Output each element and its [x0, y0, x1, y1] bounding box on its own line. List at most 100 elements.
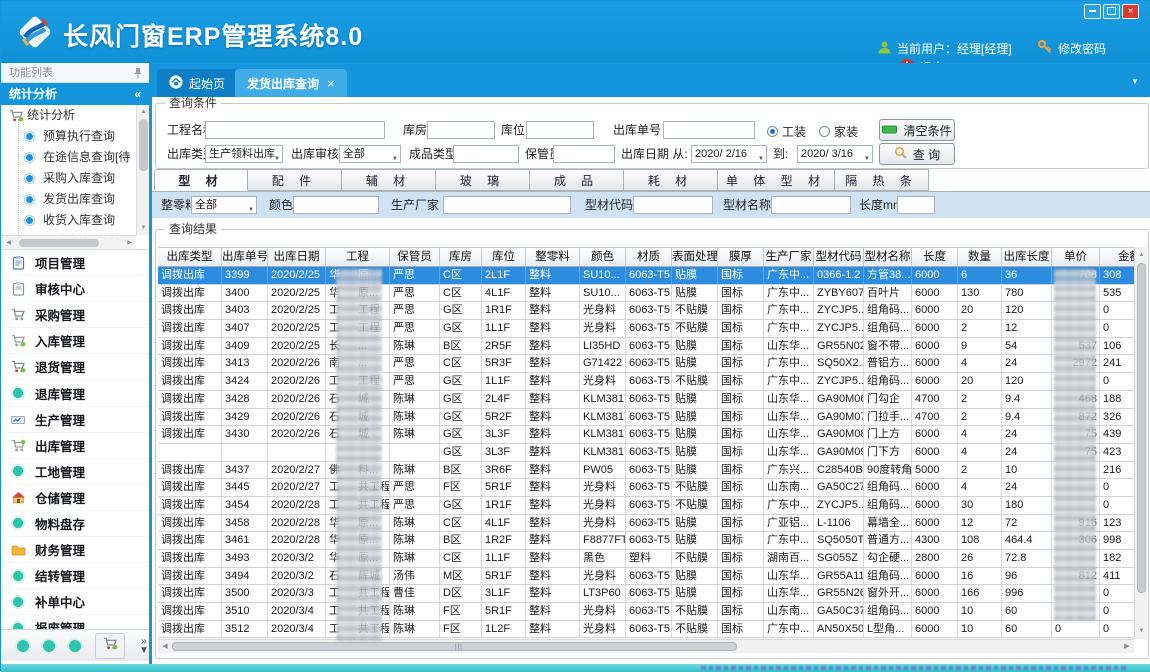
table-row[interactable]: 调拨出库34932020/3/2华原...陈琳C区1L1F整料黑色塑料不贴膜国标…	[158, 550, 1134, 568]
table-row[interactable]: 调拨出库34612020/2/28华原...陈琳B区1R2F整料F8877FT6…	[158, 532, 1134, 550]
column-header-14[interactable]: 型材名称	[864, 248, 912, 266]
column-header-16[interactable]: 数量	[958, 248, 1002, 266]
table-row[interactable]: 调拨出库34002020/2/25华原...严思C区4L1F整料SU10...6…	[158, 285, 1134, 303]
column-header-5[interactable]: 库房	[440, 248, 482, 266]
sidebar-item-12[interactable]: 结转管理	[1, 563, 149, 589]
scroll-down-icon[interactable]: ▼	[137, 222, 150, 234]
change-password-button[interactable]: 修改密码	[1037, 39, 1106, 58]
clear-conditions-button[interactable]: 清空条件	[879, 119, 955, 141]
material-tab-1[interactable]: 配 件	[248, 169, 342, 191]
tree-hscroll-thumb[interactable]	[19, 239, 99, 247]
scroll-left-icon[interactable]: ◀	[2, 236, 15, 250]
whole-select[interactable]: 全部▼	[191, 196, 257, 214]
radio-gongzhuang[interactable]: 工装	[767, 123, 806, 140]
scroll-left-icon[interactable]: ◀	[159, 642, 171, 652]
table-row[interactable]: 调拨出库34072020/2/25工工程严思G区1L1F整料光身料6063-T5…	[158, 320, 1134, 338]
tree-item-0[interactable]: 预算执行查询	[1, 126, 149, 147]
tree-vertical-scrollbar[interactable]: ▲ ▼	[136, 105, 149, 235]
material-tab-7[interactable]: 隔 热 条	[835, 169, 929, 191]
column-header-13[interactable]: 型材代码	[814, 248, 864, 266]
maximize-button[interactable]	[1103, 4, 1120, 19]
grid-vscroll-thumb[interactable]	[1137, 263, 1146, 593]
date-to-picker[interactable]: 2020/ 3/16▼	[797, 145, 873, 163]
grid-vertical-scrollbar[interactable]: ▲ ▼	[1134, 247, 1147, 639]
column-header-9[interactable]: 材质	[626, 248, 672, 266]
material-tab-3[interactable]: 玻 璃	[436, 169, 530, 191]
tab-overflow-icon[interactable]: ▼	[1131, 77, 1139, 86]
table-row[interactable]: 调拨出库34302020/2/26石城陈琳G区3L3F整料KLM38176063…	[158, 426, 1134, 444]
column-header-4[interactable]: 保管员	[390, 248, 440, 266]
column-header-6[interactable]: 库位	[482, 248, 526, 266]
radio-jiazhuang[interactable]: 家装	[819, 123, 858, 140]
circle-icon[interactable]	[17, 640, 29, 652]
column-header-1[interactable]: 出库单号	[222, 248, 268, 266]
minimize-button[interactable]	[1084, 4, 1101, 19]
scroll-up-icon[interactable]: ▲	[1135, 249, 1148, 261]
date-from-picker[interactable]: 2020/ 2/16▼	[691, 145, 767, 163]
code-input[interactable]	[633, 196, 713, 214]
circle-icon[interactable]	[43, 640, 55, 652]
sidebar-item-9[interactable]: 仓储管理	[1, 485, 149, 511]
column-header-0[interactable]: 出库类型	[158, 248, 222, 266]
table-row[interactable]: 调拨出库35102020/3/4工共工程陈琳F区5R1F整料光身料6063-T5…	[158, 603, 1134, 621]
column-header-19[interactable]: 金额	[1100, 248, 1134, 266]
column-header-17[interactable]: 出库长度	[1002, 248, 1052, 266]
close-button[interactable]: ×	[1122, 4, 1139, 19]
sidebar-item-3[interactable]: 入库管理	[1, 328, 149, 354]
sidebar-item-11[interactable]: 财务管理	[1, 537, 149, 563]
scroll-up-icon[interactable]: ▲	[137, 106, 150, 118]
sidebar-item-1[interactable]: 审核中心	[1, 276, 149, 302]
sidebar-item-7[interactable]: 出库管理	[1, 433, 149, 459]
tree-item-3[interactable]: 发货出库查询	[1, 189, 149, 210]
sidebar-item-6[interactable]: 生产管理	[1, 407, 149, 433]
table-row[interactable]: G区3L3F整料KLM38176063-T5贴膜国标山东华...GA90M09.…	[158, 444, 1134, 462]
sidebar-item-13[interactable]: 补单中心	[1, 589, 149, 615]
name-input[interactable]	[771, 196, 851, 214]
material-tab-2[interactable]: 辅 材	[342, 169, 436, 191]
table-row[interactable]: 调拨出库34092020/2/25长...陈琳B区2R5F整料LI35HD606…	[158, 338, 1134, 356]
table-row[interactable]: 调拨出库34452020/2/27工共工程严思F区5R1F整料光身料6063-T…	[158, 479, 1134, 497]
column-header-3[interactable]: 工程	[326, 248, 390, 266]
table-row[interactable]: 调拨出库34372020/2/27佛料...陈琳B区3R6F整料PW056063…	[158, 462, 1134, 480]
table-row[interactable]: 调拨出库34282020/2/26石城陈琳G区2L4F整料KLM38176063…	[158, 391, 1134, 409]
material-tab-6[interactable]: 单 体 型 材	[718, 169, 835, 191]
audit-select[interactable]: 全部▼	[339, 145, 401, 163]
tree-item-2[interactable]: 采购入库查询	[1, 168, 149, 189]
column-header-15[interactable]: 长度	[912, 248, 958, 266]
collapse-icon[interactable]: «	[134, 83, 141, 105]
material-tab-0[interactable]: 型 材	[154, 169, 248, 191]
tree-item-1[interactable]: 在途信息查询[待	[1, 147, 149, 168]
warehouse-input[interactable]	[427, 121, 495, 139]
tab-close-icon[interactable]: ×	[327, 76, 335, 91]
table-row[interactable]: 调拨出库35122020/3/4工共工程陈琳F区1L2F整料光身料6063-T5…	[158, 621, 1134, 639]
tree-root[interactable]: 统计分析	[1, 105, 149, 126]
slot-input[interactable]	[526, 121, 594, 139]
order-no-input[interactable]	[663, 121, 755, 139]
column-header-11[interactable]: 膜厚	[718, 248, 764, 266]
tree-vscroll-thumb[interactable]	[139, 119, 148, 171]
column-header-12[interactable]: 生产厂家	[764, 248, 814, 266]
table-row[interactable]: 调拨出库34132020/2/26南...严思C区5R3F整料G71422606…	[158, 355, 1134, 373]
scroll-right-icon[interactable]: ▶	[1121, 642, 1133, 652]
grid-hscroll-thumb[interactable]: |||	[172, 642, 737, 651]
material-tab-4[interactable]: 成 品	[530, 169, 624, 191]
tab-shipment-query[interactable]: 发货出库查询 ×	[235, 69, 347, 97]
table-row[interactable]: 调拨出库34032020/2/25工工程严思G区1R1F整料光身料6063-T5…	[158, 302, 1134, 320]
length-input[interactable]	[897, 196, 935, 214]
product-type-input[interactable]	[453, 145, 519, 163]
sidebar-item-5[interactable]: 退库管理	[1, 380, 149, 406]
column-header-18[interactable]: 单价	[1052, 248, 1100, 266]
keeper-input[interactable]	[553, 145, 615, 163]
column-header-2[interactable]: 出库日期	[268, 248, 326, 266]
search-button[interactable]: 查 询	[879, 143, 955, 165]
color-input[interactable]	[293, 196, 379, 214]
tree-horizontal-scrollbar[interactable]: ◀ ▶	[1, 235, 136, 249]
table-row[interactable]: 调拨出库34582020/2/28华原...陈琳C区4L1F整料光身料6063-…	[158, 515, 1134, 533]
material-tab-5[interactable]: 耗 材	[624, 169, 718, 191]
sidebar-item-2[interactable]: 采购管理	[1, 302, 149, 328]
circle-icon[interactable]	[69, 640, 81, 652]
table-row[interactable]: 调拨出库34242020/2/26工工程严思G区1L1F整料光身料6063-T5…	[158, 373, 1134, 391]
sidebar-item-0[interactable]: 项目管理	[1, 250, 149, 276]
table-row[interactable]: 调拨出库34292020/2/26石城陈琳G区5R2F整料KLM38176063…	[158, 409, 1134, 427]
scroll-down-icon[interactable]: ▼	[1135, 625, 1148, 637]
